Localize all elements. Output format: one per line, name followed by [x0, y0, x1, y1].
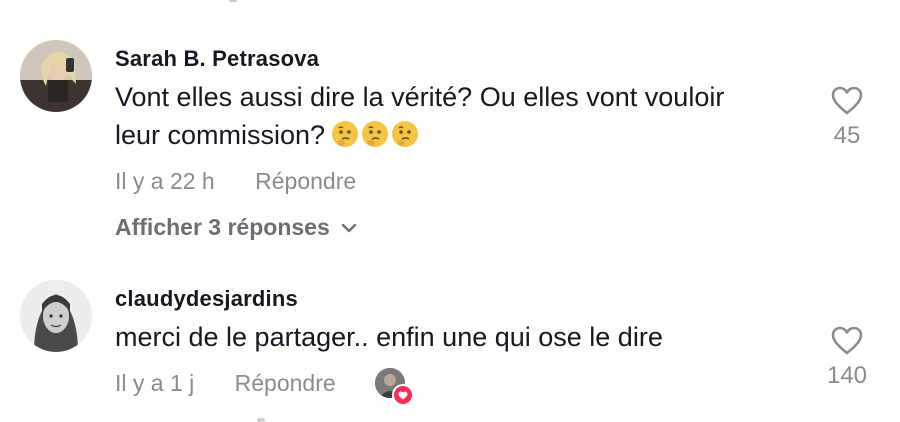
- comment-username[interactable]: Sarah B. Petrasova: [115, 46, 319, 72]
- comment-text-line: leur commission?: [115, 116, 805, 154]
- view-replies-label: Afficher 3 réponses: [115, 214, 330, 240]
- comment-text-line-content: leur commission?: [115, 120, 326, 150]
- previous-comment-edge: [0, 0, 900, 10]
- view-replies-button[interactable]: Afficher 3 réponses: [115, 214, 358, 241]
- comment-meta: Il y a 22 h Répondre: [115, 168, 356, 195]
- heart-outline-icon[interactable]: [831, 86, 863, 116]
- chevron-down-icon: [341, 223, 356, 232]
- thinking-face-icon: [362, 121, 389, 147]
- reply-button[interactable]: Répondre: [235, 370, 336, 396]
- like-count: 140: [826, 362, 868, 389]
- avatar[interactable]: [20, 280, 92, 352]
- comment-text: Vont elles aussi dire la vérité? Ou elle…: [115, 78, 805, 154]
- comment-text-line: Vont elles aussi dire la vérité? Ou elle…: [115, 82, 725, 112]
- next-comment-edge: [257, 418, 265, 422]
- comment-username[interactable]: claudydesjardins: [115, 286, 298, 312]
- comment-timestamp: Il y a 1 j: [115, 370, 195, 396]
- comment-meta: Il y a 1 j Répondre: [115, 370, 336, 397]
- comment-text-line: merci de le partager.. enfin une qui ose…: [115, 322, 663, 352]
- emoji-group: [331, 120, 419, 148]
- like-control: 140: [817, 326, 877, 390]
- comment-timestamp: Il y a 22 h: [115, 168, 215, 194]
- thinking-face-icon: [332, 121, 359, 147]
- like-control: 45: [817, 86, 877, 150]
- heart-badge-icon: [392, 384, 414, 406]
- thinking-face-icon: [392, 121, 419, 147]
- comment-text: merci de le partager.. enfin une qui ose…: [115, 318, 805, 356]
- heart-outline-icon[interactable]: [831, 326, 863, 356]
- avatar[interactable]: [20, 40, 92, 112]
- like-count: 45: [833, 122, 861, 149]
- reply-button[interactable]: Répondre: [255, 168, 356, 194]
